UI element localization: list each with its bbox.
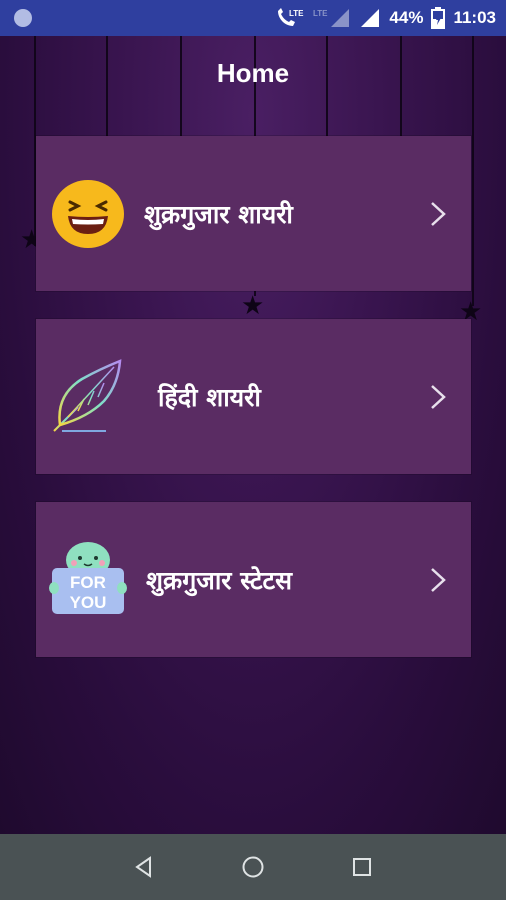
status-left [14,9,32,27]
back-icon [135,856,152,878]
signal-weak-icon: LTE [313,9,350,27]
status-bar: LTE LTE 44% 11:03 [0,0,506,36]
battery-percent: 44% [389,8,424,27]
svg-text:LTE: LTE [313,9,328,18]
home-icon [242,856,264,878]
chevron-right-icon [431,568,446,592]
chevron-right-icon [431,202,446,226]
notification-dot-icon [14,9,32,27]
home-button[interactable] [233,847,273,887]
battery-icon [431,7,446,29]
feather-quill-icon [53,359,122,432]
laughing-emoji-icon [52,180,124,248]
menu-item-label: शुक्रगुजार शायरी [144,199,293,229]
clock: 11:03 [453,8,496,27]
back-button[interactable] [124,847,164,887]
menu-item-shukriya-shayari[interactable]: शुक्रगुजार शायरी [36,136,471,291]
menu-item-hindi-shayari[interactable]: हिंदी शायरी [36,319,471,474]
page-title: Home [216,58,290,88]
call-lte-icon: LTE [278,8,305,26]
chevron-right-icon [431,385,446,409]
svg-text:YOU: YOU [70,593,107,612]
star-icon: ★ [241,290,265,320]
svg-text:LTE: LTE [289,9,304,18]
menu-item-shukriya-status[interactable]: FOR YOU शुक्रगुजार स्टेटस [36,502,471,657]
menu-item-label: शुक्रगुजार स्टेटस [146,565,293,595]
recents-icon [352,858,371,876]
svg-text:FOR: FOR [70,573,106,592]
recents-button[interactable] [342,847,382,887]
menu-item-label: हिंदी शायरी [158,382,261,412]
navigation-bar [0,834,506,900]
status-right: LTE LTE 44% 11:03 [275,7,496,29]
for-you-sign-icon: FOR YOU [49,542,127,614]
signal-strong-icon [361,9,380,27]
